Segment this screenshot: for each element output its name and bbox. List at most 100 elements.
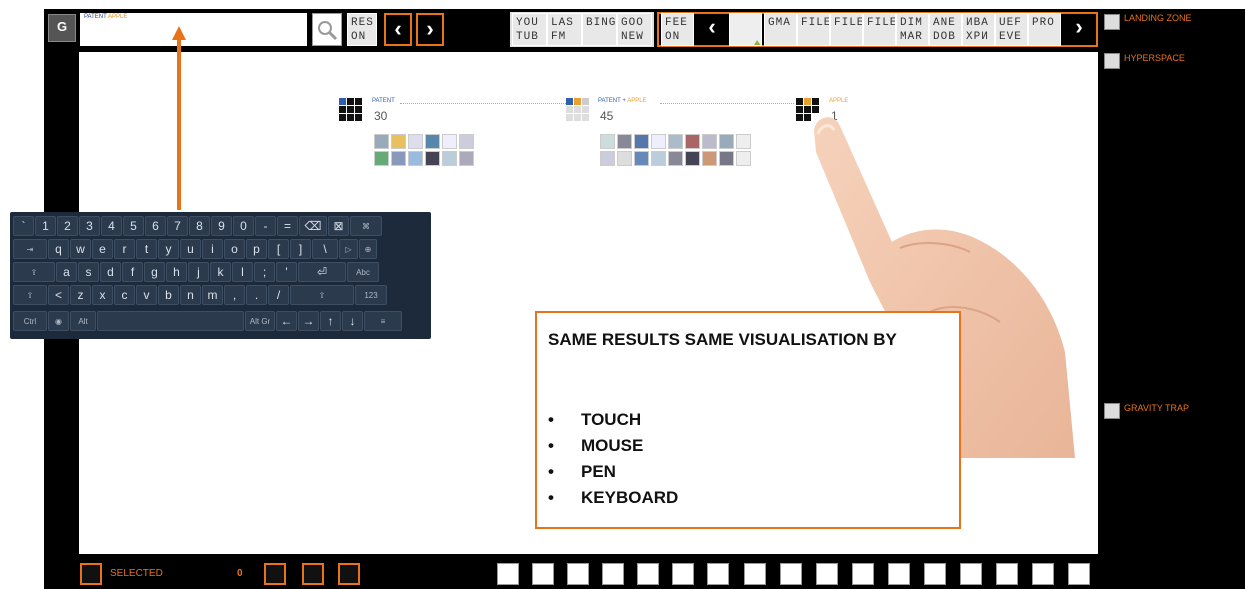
key-a[interactable]: a [56,262,77,282]
sum-icon[interactable] [532,563,554,585]
next-button[interactable]: › [416,13,444,46]
key-o[interactable]: o [224,239,245,259]
cluster-thumbnails-combined[interactable] [600,134,751,166]
arrow-left-key-icon[interactable]: ← [276,311,297,331]
move-key-icon[interactable]: ⊕ [359,239,377,259]
hyperspace-send-icon[interactable] [302,563,324,585]
tab-key-icon[interactable]: ⇥ [13,239,47,259]
key-123[interactable]: 123 [355,285,387,305]
key-abc[interactable]: Abc [347,262,379,282]
collapse-icon[interactable] [497,563,519,585]
arrow-up-key-icon[interactable]: ↑ [320,311,341,331]
key-k[interactable]: k [210,262,231,282]
collapse-icon[interactable] [960,563,982,585]
key-slash[interactable]: / [268,285,289,305]
enter-key-icon[interactable]: ⏎ [298,262,346,282]
tab-lastfm[interactable]: LAS FM [547,13,582,46]
prev-button[interactable]: ‹ [384,13,412,46]
collapse-icon[interactable] [637,563,659,585]
key-e[interactable]: e [92,239,113,259]
capslock-key-icon[interactable]: ⇪ [13,262,55,282]
play-key-icon[interactable]: ▷ [339,239,358,259]
sources-next-button[interactable]: › [1065,13,1093,46]
key-x[interactable]: x [92,285,113,305]
key-i[interactable]: i [202,239,223,259]
lifebuoy-icon[interactable] [780,563,802,585]
arrow-down-key-icon[interactable]: ↓ [342,311,363,331]
key-c[interactable]: c [114,285,135,305]
sources-prev-button[interactable]: ‹ [698,13,726,46]
tab-google-news[interactable]: GOO NEW [617,13,652,46]
key-n[interactable]: n [180,285,201,305]
key-j[interactable]: j [188,262,209,282]
key-backslash[interactable]: \ [312,239,338,259]
collapse-icon[interactable] [567,563,589,585]
tab-file-3[interactable]: FILE [863,13,896,46]
tab-gmail[interactable]: GMA [764,13,797,46]
arrow-right-key-icon[interactable]: → [298,311,319,331]
tab-pro[interactable]: PRO [1028,13,1061,46]
collapse-icon[interactable] [602,563,624,585]
key-q[interactable]: q [48,239,69,259]
key-lbracket[interactable]: [ [268,239,289,259]
collapse-icon[interactable] [1068,563,1090,585]
key-m[interactable]: m [202,285,223,305]
tab-thumbnail[interactable] [729,13,762,46]
key-b[interactable]: b [158,285,179,305]
hyperspace-icon[interactable] [1104,53,1120,69]
collapse-icon[interactable] [672,563,694,585]
command-key-icon[interactable]: ⌘ [350,216,382,236]
key-quote[interactable]: ' [276,262,297,282]
app-logo[interactable]: G [48,14,76,42]
key-0[interactable]: 0 [233,216,254,236]
horn-icon[interactable] [707,563,729,585]
key-minus[interactable]: - [255,216,276,236]
tab-bing[interactable]: BING [582,13,617,46]
broom-icon[interactable] [816,563,838,585]
landing-send-icon[interactable] [338,563,360,585]
menu-key-icon[interactable]: ≡ [364,311,402,331]
key-8[interactable]: 8 [189,216,210,236]
key-p[interactable]: p [246,239,267,259]
tab-uef-eve[interactable]: UEF EVE [995,13,1028,46]
key-s[interactable]: s [78,262,99,282]
shift-key-icon[interactable]: ⇧ [13,285,47,305]
key-rbracket[interactable]: ] [290,239,311,259]
key-alt[interactable]: Alt [70,311,96,331]
key-lessthan[interactable]: < [48,285,69,305]
key-ctrl[interactable]: Ctrl [13,311,47,331]
tab-ane-dob[interactable]: ANE DOB [929,13,962,46]
key-t[interactable]: t [136,239,157,259]
tab-iva-khri[interactable]: ИВА ХРИ [962,13,995,46]
tab-youtube[interactable]: YOU TUB [512,13,547,46]
landing-zone-icon[interactable] [1104,14,1120,30]
grid-view-icon[interactable] [264,563,286,585]
cluster-thumbnails-patent[interactable] [374,134,474,166]
key-period[interactable]: . [246,285,267,305]
settings-key-icon[interactable]: ◉ [48,311,69,331]
eraser-icon[interactable] [888,563,910,585]
key-space[interactable] [97,311,244,331]
key-7[interactable]: 7 [167,216,188,236]
backspace-key-icon[interactable]: ⌫ [299,216,327,236]
key-z[interactable]: z [70,285,91,305]
magnet-icon[interactable] [996,563,1018,585]
key-h[interactable]: h [166,262,187,282]
key-2[interactable]: 2 [57,216,78,236]
eye-icon[interactable] [1032,563,1054,585]
search-input[interactable]: PATENT APPLE [80,13,307,46]
selected-grid-icon[interactable] [80,563,102,585]
search-button[interactable] [312,13,342,46]
shift-right-key-icon[interactable]: ⇧ [290,285,354,305]
key-altgr[interactable]: Alt Gr [245,311,275,331]
key-w[interactable]: w [70,239,91,259]
key-comma[interactable]: , [224,285,245,305]
close-key-icon[interactable]: ⊠ [328,216,349,236]
key-9[interactable]: 9 [211,216,232,236]
key-r[interactable]: r [114,239,135,259]
reset-button[interactable]: RES ON [347,13,377,46]
tab-dim-mar[interactable]: DIM MAR [896,13,929,46]
key-equals[interactable]: = [277,216,298,236]
key-6[interactable]: 6 [145,216,166,236]
key-f[interactable]: f [122,262,143,282]
